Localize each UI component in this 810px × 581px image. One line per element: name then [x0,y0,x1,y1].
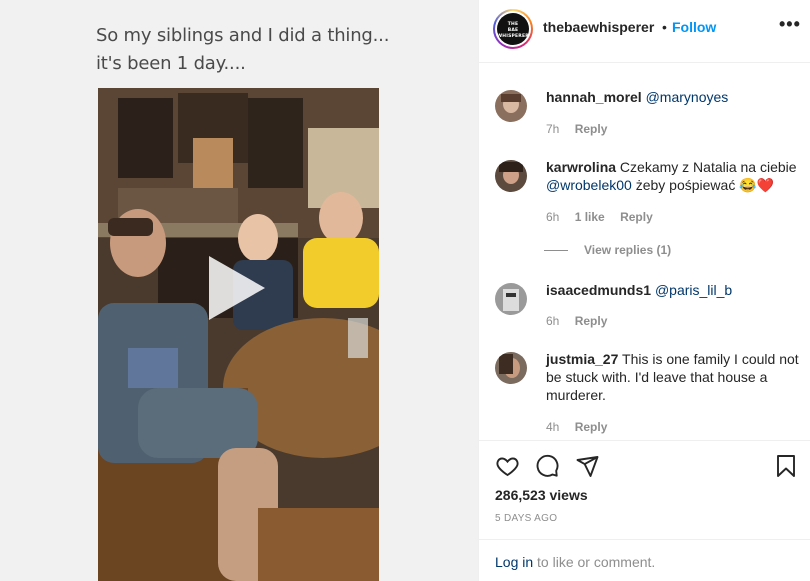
avatar-image [495,90,527,122]
reply-button[interactable]: Reply [575,420,608,434]
comment-meta: 6h Reply [546,314,619,328]
replies-divider [544,250,568,252]
post-header: THE BAE WHISPERER thebaewhisperer • Foll… [479,0,810,63]
comment-mention[interactable]: @marynoyes [646,89,729,105]
view-replies-label: View replies (1) [584,243,672,257]
comment-icon[interactable] [535,454,560,483]
header-separator: • [662,19,667,35]
owner-avatar-logo: THE BAE WHISPERER [497,13,529,45]
comment-text: isaacedmunds1 @paris_lil_b [546,281,808,299]
avatar[interactable] [495,160,527,192]
login-link[interactable]: Log in [495,554,533,570]
avatar[interactable] [495,352,527,384]
post-date: 5 DAYS AGO [495,513,558,524]
comment-meta: 7h Reply [546,122,619,136]
avatar-image [495,283,527,315]
avatar-image [495,160,527,192]
comment-mention[interactable]: @wrobelek00 [546,177,632,193]
comment-text: karwrolina Czekamy z Natalia na ciebie @… [546,158,808,194]
video-frame [98,88,379,581]
avatar[interactable] [495,283,527,315]
comment-username[interactable]: karwrolina [546,159,616,175]
login-bar: Log in to like or comment. [479,539,810,581]
like-count[interactable]: 1 like [575,210,605,224]
comment-body-after: żeby pośpiewać 😂❤️ [635,177,775,193]
bookmark-icon[interactable] [775,454,797,483]
login-prompt: Log in to like or comment. [495,554,655,570]
more-options-icon[interactable]: ••• [779,14,801,35]
avatar[interactable] [495,90,527,122]
comment-time: 4h [546,420,560,434]
share-icon[interactable] [575,454,600,483]
comment-time: 7h [546,122,560,136]
login-prompt-text: to like or comment. [537,554,656,570]
comment-text: hannah_morel @marynoyes [546,88,808,106]
heart-icon[interactable] [495,454,520,483]
video-caption: So my siblings and I did a thing... it's… [96,22,389,78]
comment-body: Czekamy z Natalia na ciebie [619,159,797,175]
post-actions: 286,523 views 5 DAYS AGO Log in to like … [479,440,810,581]
owner-avatar[interactable]: THE BAE WHISPERER [493,9,533,49]
comment-username[interactable]: justmia_27 [546,351,618,367]
comment-time: 6h [546,314,560,328]
comments-pane: THE BAE WHISPERER thebaewhisperer • Foll… [478,0,810,581]
comment-text: justmia_27 This is one family I could no… [546,350,808,404]
follow-button[interactable]: Follow [672,19,716,35]
media-pane: So my siblings and I did a thing... it's… [0,0,478,581]
comment-meta: 4h Reply [546,420,619,434]
owner-username[interactable]: thebaewhisperer [543,19,654,35]
avatar-image [495,352,527,384]
caption-line-2: it's been 1 day.... [96,53,246,74]
comment-meta: 6h 1 like Reply [546,210,665,224]
comment-mention[interactable]: @paris_lil_b [655,282,732,298]
video-player[interactable] [98,88,379,581]
reply-button[interactable]: Reply [575,122,608,136]
reply-button[interactable]: Reply [575,314,608,328]
comment-username[interactable]: hannah_morel [546,89,642,105]
play-icon[interactable] [209,256,265,320]
comment-time: 6h [546,210,560,224]
reply-button[interactable]: Reply [620,210,653,224]
view-replies-button[interactable]: View replies (1) [544,243,671,257]
logo-line-3: WHISPERER [497,34,529,39]
post-modal: So my siblings and I did a thing... it's… [0,0,810,581]
caption-line-1: So my siblings and I did a thing... [96,25,390,46]
comment-username[interactable]: isaacedmunds1 [546,282,651,298]
views-count[interactable]: 286,523 views [495,487,588,503]
